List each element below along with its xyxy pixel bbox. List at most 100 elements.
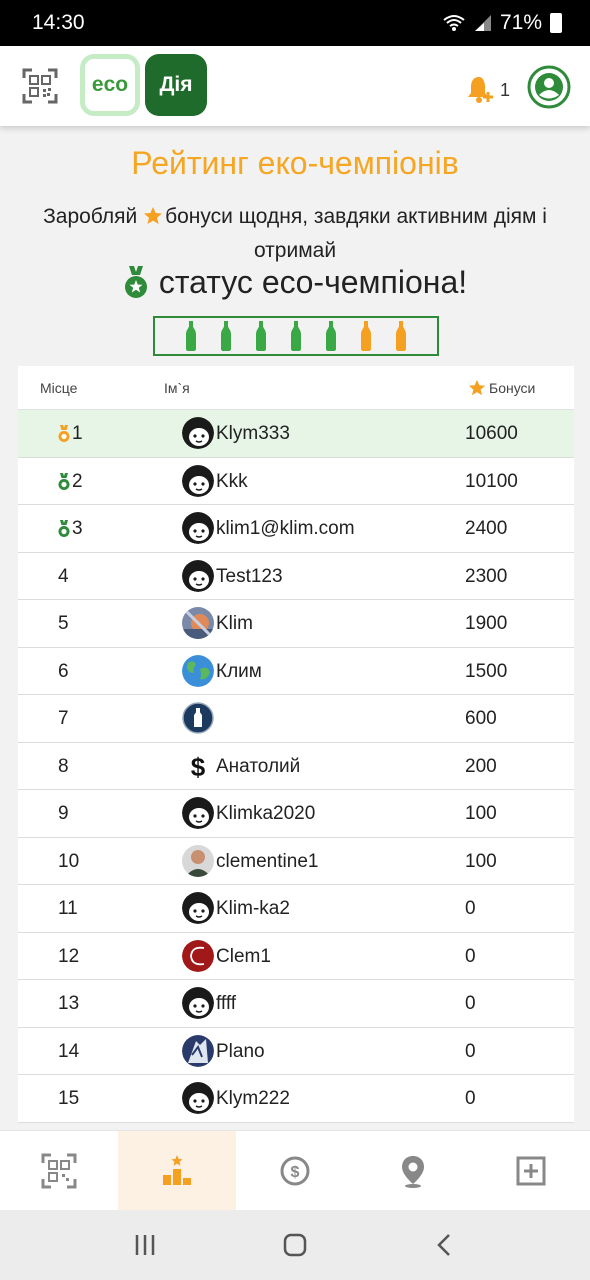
rank-cell: 2 bbox=[58, 471, 83, 493]
bottle-progress bbox=[153, 316, 439, 356]
nav-item-rating[interactable] bbox=[118, 1131, 236, 1210]
table-row[interactable]: 7 600 bbox=[18, 695, 574, 743]
battery-percent: 71% bbox=[499, 11, 542, 34]
rank-cell: 15 bbox=[58, 1088, 79, 1110]
wifi-icon bbox=[443, 15, 465, 31]
status-bar: 14:30 71% bbox=[0, 0, 590, 46]
medal-icon bbox=[58, 472, 70, 490]
table-row[interactable]: 9 Klimka2020 100 bbox=[18, 790, 574, 838]
rank-cell: 1 bbox=[58, 423, 83, 445]
diya-logo: Дія bbox=[145, 54, 207, 116]
rank-cell: 7 bbox=[58, 708, 69, 730]
avatar bbox=[182, 1082, 214, 1114]
nav-item-map[interactable] bbox=[354, 1131, 472, 1210]
rank-value: 10 bbox=[58, 850, 80, 872]
rank-cell: 14 bbox=[58, 1041, 79, 1063]
bonus-value: 0 bbox=[465, 945, 476, 967]
rank-value: 5 bbox=[58, 613, 69, 634]
rank-cell: 4 bbox=[58, 566, 69, 588]
table-row[interactable]: 4 Test123 2300 bbox=[18, 553, 574, 600]
table-row[interactable]: 10 clementine1 100 bbox=[18, 838, 574, 885]
table-row[interactable]: 8 $ Анатолий 200 bbox=[18, 743, 574, 790]
bottle-icon bbox=[396, 321, 407, 351]
avatar bbox=[182, 702, 214, 734]
avatar: $ bbox=[182, 750, 214, 782]
bottom-navigation: $ bbox=[0, 1130, 590, 1210]
rating-table: Місце Ім`я Бонуси 1 Klym333 10600 2 Kkk 10100… bbox=[18, 366, 574, 1123]
recent-apps-icon[interactable] bbox=[131, 1231, 159, 1259]
medal-icon bbox=[124, 265, 147, 298]
table-row[interactable]: 6 Клим 1500 bbox=[18, 648, 574, 695]
avatar bbox=[182, 1034, 214, 1067]
status-time: 14:30 bbox=[32, 11, 85, 34]
rank-value: 6 bbox=[58, 660, 69, 682]
nav-item-add[interactable] bbox=[472, 1131, 590, 1210]
user-name: Test123 bbox=[216, 565, 283, 587]
table-row[interactable]: 1 Klym333 10600 bbox=[18, 410, 574, 458]
bottle-icon bbox=[255, 321, 266, 351]
nav-item-bonuses[interactable]: $ bbox=[236, 1131, 354, 1210]
home-icon[interactable] bbox=[281, 1231, 309, 1259]
avatar bbox=[182, 464, 214, 497]
add-square-icon bbox=[516, 1156, 546, 1185]
avatar bbox=[182, 892, 214, 924]
bottle-icon bbox=[290, 321, 301, 351]
bell-icon[interactable] bbox=[466, 74, 496, 104]
rank-value: 4 bbox=[58, 565, 69, 587]
table-row[interactable]: 14 Plano 0 bbox=[18, 1028, 574, 1075]
bonus-value: 2400 bbox=[465, 518, 508, 539]
status-icons: 71% bbox=[442, 11, 562, 35]
nav-item-scan[interactable] bbox=[0, 1131, 118, 1210]
svg-text:$: $ bbox=[191, 752, 206, 782]
table-row[interactable]: 3 klim1@klim.com 2400 bbox=[18, 505, 574, 553]
qr-scan-icon bbox=[41, 1153, 77, 1188]
bottle-icon bbox=[361, 321, 372, 351]
rank-value: 8 bbox=[58, 755, 69, 777]
rank-value: 3 bbox=[72, 518, 83, 539]
bonus-value: 2300 bbox=[465, 565, 508, 587]
status-line: статус eco-чемпіона! bbox=[0, 264, 590, 301]
subtitle-part2: бонуси щодня, завдяки активним діям і от… bbox=[165, 205, 547, 262]
user-name: Klimka2020 bbox=[216, 803, 316, 824]
back-icon[interactable] bbox=[431, 1231, 459, 1259]
rank-cell: 6 bbox=[58, 661, 69, 683]
bonus-value: 10600 bbox=[465, 423, 518, 444]
signal-icon bbox=[474, 15, 491, 31]
notification-count: 1 bbox=[500, 80, 511, 100]
bottle-icon bbox=[185, 321, 196, 351]
user-name: Kkk bbox=[216, 470, 248, 492]
table-row[interactable]: 13 ffff 0 bbox=[18, 980, 574, 1028]
rank-value: 14 bbox=[58, 1040, 80, 1062]
table-row[interactable]: 15 Klym222 0 bbox=[18, 1075, 574, 1123]
status-text: статус eco-чемпіона! bbox=[158, 264, 468, 300]
bonus-value: 10100 bbox=[465, 470, 518, 492]
rank-value: 11 bbox=[58, 898, 78, 919]
user-name: klim1@klim.com bbox=[216, 518, 355, 539]
subtitle-part1: Заробляй bbox=[43, 205, 138, 228]
user-name: Клим bbox=[216, 660, 262, 682]
user-name: Klym333 bbox=[216, 423, 290, 444]
header-name: Ім`я bbox=[164, 379, 190, 396]
user-name: Анатолий bbox=[216, 755, 301, 777]
table-row[interactable]: 5 Klim 1900 bbox=[18, 600, 574, 648]
bonus-value: 1900 bbox=[465, 613, 508, 634]
bottle-icon bbox=[220, 321, 231, 351]
header-rank: Місце bbox=[40, 379, 78, 396]
bottle-icon bbox=[326, 321, 337, 351]
table-row[interactable]: 2 Kkk 10100 bbox=[18, 458, 574, 505]
profile-icon[interactable] bbox=[526, 64, 572, 110]
user-name: clementine1 bbox=[216, 850, 319, 872]
rank-value: 15 bbox=[58, 1088, 80, 1109]
rank-value: 7 bbox=[58, 708, 69, 729]
svg-text:$: $ bbox=[291, 1164, 300, 1181]
bonus-value: 0 bbox=[465, 993, 476, 1014]
rank-cell: 8 bbox=[58, 756, 69, 778]
medal-icon bbox=[58, 520, 70, 537]
avatar bbox=[182, 417, 214, 449]
table-row[interactable]: 12 Clem1 0 bbox=[18, 933, 574, 980]
table-row[interactable]: 11 Klim-ka2 0 bbox=[18, 885, 574, 933]
map-pin-icon bbox=[402, 1155, 424, 1188]
avatar bbox=[182, 797, 214, 829]
rank-cell: 12 bbox=[58, 946, 79, 968]
qr-code-icon[interactable] bbox=[22, 68, 58, 104]
